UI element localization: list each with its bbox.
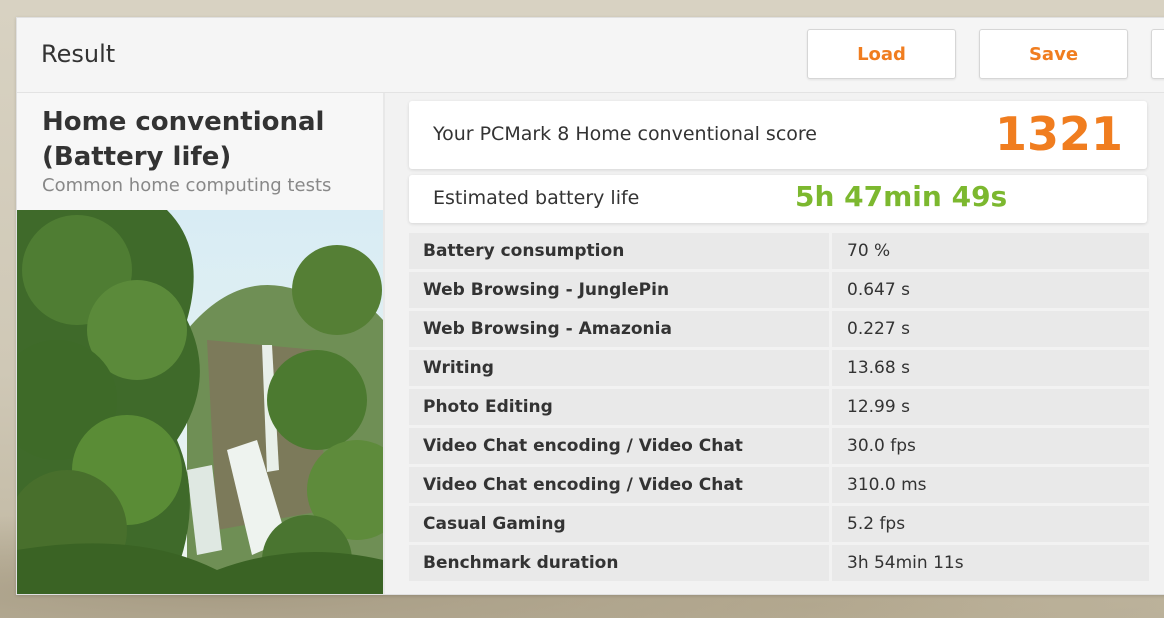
- test-info-panel: Home conventional (Battery life) Common …: [17, 93, 383, 594]
- result-name: Writing: [409, 350, 829, 386]
- table-row: Video Chat encoding / Video Chat playbac…: [409, 428, 1149, 492]
- panel-divider: [383, 93, 385, 594]
- score-label: Your PCMark 8 Home conventional score: [433, 123, 817, 145]
- table-row: Video Chat encoding / Video Chat encodin…: [409, 467, 1149, 531]
- result-name: Video Chat encoding / Video Chat playbac…: [409, 428, 829, 492]
- table-row: Photo Editing 12.99 s: [409, 389, 1149, 425]
- result-value: 13.68 s: [832, 350, 1149, 386]
- score-value: 1321: [994, 107, 1123, 161]
- table-row: Casual Gaming 5.2 fps: [409, 506, 1149, 542]
- result-value: 30.0 fps: [832, 428, 1149, 464]
- table-row: Writing 13.68 s: [409, 350, 1149, 386]
- score-card: Your PCMark 8 Home conventional score 13…: [409, 101, 1147, 169]
- table-row: Battery consumption 70 %: [409, 233, 1149, 269]
- more-button[interactable]: [1151, 29, 1164, 79]
- result-name: Casual Gaming: [409, 506, 829, 542]
- result-header: Result Load Save: [17, 18, 1164, 93]
- table-row: Web Browsing - Amazonia 0.227 s: [409, 311, 1149, 347]
- battery-card: Estimated battery life 5h 47min 49s: [409, 175, 1147, 223]
- test-description: Common home computing tests: [42, 175, 332, 196]
- battery-value: 5h 47min 49s: [795, 180, 1008, 213]
- result-name: Battery consumption: [409, 233, 829, 269]
- result-name: Web Browsing - Amazonia: [409, 311, 829, 347]
- results-table: Battery consumption 70 % Web Browsing - …: [409, 233, 1149, 584]
- result-value: 0.227 s: [832, 311, 1149, 347]
- save-button[interactable]: Save: [979, 29, 1128, 79]
- result-value: 310.0 ms: [832, 467, 1149, 503]
- result-value: 0.647 s: [832, 272, 1149, 308]
- result-name: Benchmark duration: [409, 545, 829, 581]
- result-value: 5.2 fps: [832, 506, 1149, 542]
- result-name: Photo Editing: [409, 389, 829, 425]
- battery-label: Estimated battery life: [433, 187, 640, 209]
- page-title: Result: [41, 40, 116, 68]
- table-row: Web Browsing - JunglePin 0.647 s: [409, 272, 1149, 308]
- result-name: Web Browsing - JunglePin: [409, 272, 829, 308]
- table-row: Benchmark duration 3h 54min 11s: [409, 545, 1149, 581]
- result-name: Video Chat encoding / Video Chat encodin…: [409, 467, 829, 531]
- result-panel: Result Load Save Home conventional (Batt…: [16, 17, 1164, 595]
- result-value: 3h 54min 11s: [832, 545, 1149, 581]
- result-value: 12.99 s: [832, 389, 1149, 425]
- result-value: 70 %: [832, 233, 1149, 269]
- load-button[interactable]: Load: [807, 29, 956, 79]
- waterfall-image: [17, 210, 383, 594]
- test-name: Home conventional (Battery life): [42, 107, 325, 172]
